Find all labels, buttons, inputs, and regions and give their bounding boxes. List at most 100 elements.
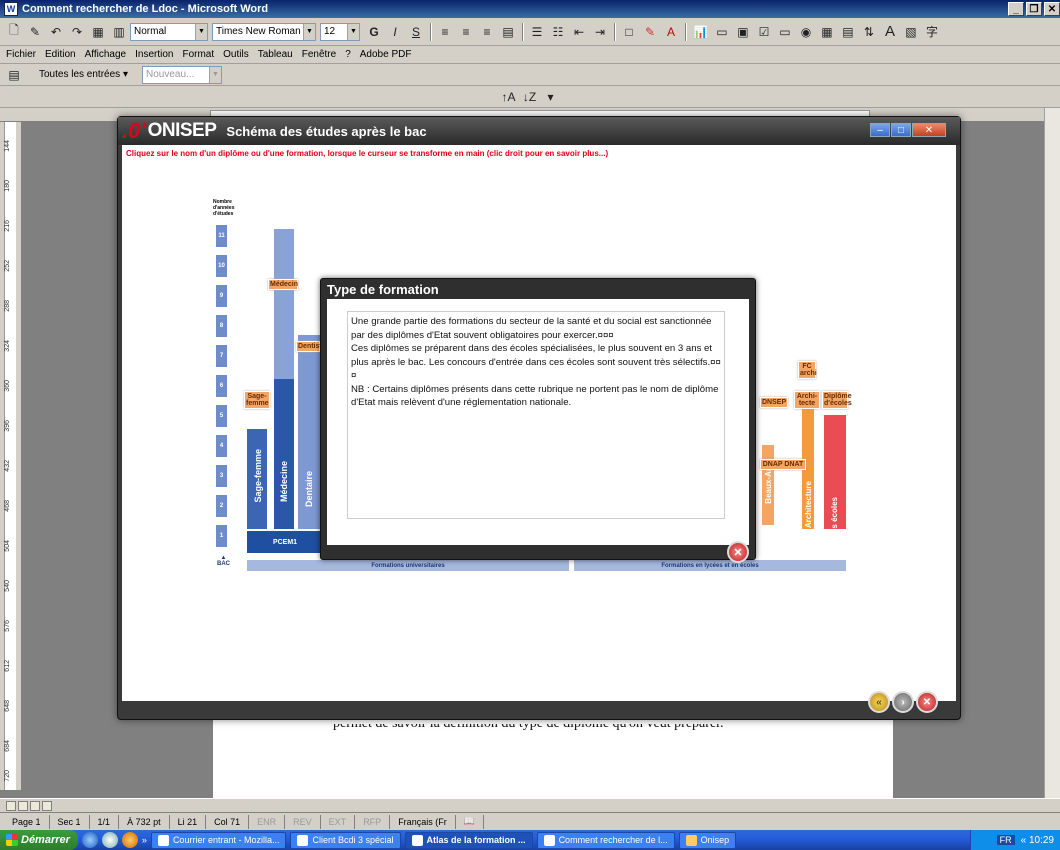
sort-descending-icon[interactable]: ↓Z xyxy=(520,87,540,107)
minimize-icon[interactable]: _ xyxy=(1008,2,1024,16)
column-label-dentaire[interactable]: Dentaire xyxy=(304,471,314,507)
align-right-icon[interactable]: ≡ xyxy=(477,22,497,42)
field-icon[interactable]: ▣ xyxy=(733,22,753,42)
normal-view-icon[interactable] xyxy=(6,800,16,811)
italic-icon[interactable]: I xyxy=(385,22,405,42)
sort-icon[interactable]: ⇅ xyxy=(859,22,879,42)
tag-fc-archi[interactable]: FC archi xyxy=(798,361,817,379)
next-icon[interactable]: › xyxy=(892,691,914,713)
vertical-ruler[interactable]: 144 180 216 252 288 324 360 396 432 468 … xyxy=(0,122,22,790)
autotext-icon[interactable]: ▤ xyxy=(4,65,24,85)
undo-icon[interactable]: ↶ xyxy=(46,22,66,42)
justify-icon[interactable]: ▤ xyxy=(498,22,518,42)
radio-icon[interactable]: ◉ xyxy=(796,22,816,42)
textbox-icon[interactable]: ▭ xyxy=(775,22,795,42)
quicklaunch-mozilla-icon[interactable] xyxy=(121,832,138,848)
task-onisep-folder[interactable]: Onisep xyxy=(678,831,737,849)
tag-sage-femme[interactable]: Sage-femme xyxy=(244,391,270,409)
quit-icon[interactable]: ✕ xyxy=(916,691,938,713)
tag-dnsep[interactable]: DNSEP xyxy=(760,397,788,408)
column-label-medecine[interactable]: Médecine xyxy=(279,461,289,502)
menu-adobe-pdf[interactable]: Adobe PDF xyxy=(360,49,412,60)
column-label-sage-femme[interactable]: Sage-femme xyxy=(253,449,263,503)
menu-outils[interactable]: Outils xyxy=(223,49,249,60)
tag-architecte[interactable]: Archi-tecte xyxy=(794,391,820,409)
underline-icon[interactable]: S xyxy=(406,22,426,42)
outline-view-icon[interactable] xyxy=(42,800,52,811)
decrease-indent-icon[interactable]: ⇤ xyxy=(569,22,589,42)
checkbox-icon[interactable]: ☑ xyxy=(754,22,774,42)
vertical-scrollbar[interactable] xyxy=(1044,108,1060,798)
font-color-icon[interactable]: A xyxy=(661,22,681,42)
style-select[interactable]: Normal ▼ xyxy=(130,22,208,41)
task-bcdi[interactable]: Client Bcdi 3 spécial xyxy=(290,831,401,849)
band-formations-ecoles[interactable]: Formations en lycées et en écoles xyxy=(574,560,846,571)
column-label-architecture[interactable]: Architecture xyxy=(804,481,813,528)
highlight-icon[interactable]: ✎ xyxy=(640,22,660,42)
text-icon[interactable]: A xyxy=(880,22,900,42)
asian-text-icon[interactable]: 字 xyxy=(922,22,942,42)
task-mozilla[interactable]: Courrier entrant - Mozilla... xyxy=(150,831,287,849)
border-icon[interactable]: □ xyxy=(619,22,639,42)
bold-icon[interactable]: G xyxy=(364,22,384,42)
tag-dnap-dnat[interactable]: DNAP DNAT xyxy=(760,459,806,470)
new-document-icon[interactable]: 🗋 xyxy=(4,22,24,42)
restore-icon[interactable]: ❐ xyxy=(1026,2,1042,16)
numbered-list-icon[interactable]: ☰ xyxy=(527,22,547,42)
sort-ascending-icon[interactable]: ↑A xyxy=(498,87,518,107)
all-entries-button[interactable]: Toutes les entrées ▾ xyxy=(25,66,142,84)
status-ext[interactable]: EXT xyxy=(321,814,356,829)
print-view-icon[interactable] xyxy=(30,800,40,811)
column-label-autres-ecoles[interactable]: Autres écoles xyxy=(830,497,839,549)
tag-medecin[interactable]: Médecin xyxy=(268,279,298,290)
menu-insertion[interactable]: Insertion xyxy=(135,49,173,60)
previous-icon[interactable]: « xyxy=(868,691,890,713)
status-enr[interactable]: ENR xyxy=(249,814,286,829)
close-icon[interactable]: ✕ xyxy=(912,123,946,137)
increase-indent-icon[interactable]: ⇥ xyxy=(590,22,610,42)
quicklaunch-more-icon[interactable]: » xyxy=(142,835,147,845)
minimize-icon[interactable]: – xyxy=(870,123,890,137)
menu-fenetre[interactable]: Fenêtre xyxy=(302,49,336,60)
menu-tableau[interactable]: Tableau xyxy=(258,49,293,60)
chart-icon[interactable]: 📊 xyxy=(690,22,711,42)
new-entry-button[interactable]: Nouveau... ▼ xyxy=(141,65,222,84)
align-center-icon[interactable]: ≡ xyxy=(456,22,476,42)
tag-dentiste[interactable]: Dentiste xyxy=(296,341,326,352)
band-formations-universitaires[interactable]: Formations universitaires xyxy=(247,560,569,571)
pcem1-box[interactable]: PCEM1 xyxy=(247,531,323,553)
grid-icon[interactable]: ▦ xyxy=(817,22,837,42)
task-atlas[interactable]: Atlas de la formation ... xyxy=(404,831,533,849)
status-rev[interactable]: REV xyxy=(285,814,321,829)
menu-help[interactable]: ? xyxy=(345,49,351,60)
column-medecine[interactable] xyxy=(274,379,294,529)
start-button[interactable]: Démarrer xyxy=(0,830,78,850)
menu-fichier[interactable]: Fichier xyxy=(6,49,36,60)
frame-icon[interactable]: ▤ xyxy=(838,22,858,42)
font-select[interactable]: Times New Roman ▼ xyxy=(212,22,316,41)
web-view-icon[interactable] xyxy=(18,800,28,811)
popup-close-icon[interactable]: ✕ xyxy=(727,541,749,563)
maximize-icon[interactable]: □ xyxy=(891,123,911,137)
redo-icon[interactable]: ↷ xyxy=(67,22,87,42)
quicklaunch-ie-icon[interactable] xyxy=(81,832,98,848)
language-indicator[interactable]: FR xyxy=(996,835,1015,845)
tray-expand-icon[interactable]: « xyxy=(1021,835,1027,846)
menu-edition[interactable]: Edition xyxy=(45,49,76,60)
status-language[interactable]: Français (Fr xyxy=(390,814,456,829)
columns-icon[interactable]: ▥ xyxy=(109,22,129,42)
bullet-list-icon[interactable]: ☷ xyxy=(548,22,568,42)
font-size-select[interactable]: 12 ▼ xyxy=(320,22,360,41)
form-icon[interactable]: ▭ xyxy=(712,22,732,42)
image-icon[interactable]: ▧ xyxy=(901,22,921,42)
status-rfp[interactable]: RFP xyxy=(355,814,391,829)
horizontal-scrollbar[interactable] xyxy=(0,798,1060,812)
table-icon[interactable]: ▦ xyxy=(88,22,108,42)
tag-diplome-ecoles[interactable]: Diplôme d'écoles xyxy=(822,391,852,409)
menu-format[interactable]: Format xyxy=(182,49,214,60)
menu-affichage[interactable]: Affichage xyxy=(85,49,127,60)
spellcheck-icon[interactable]: 📖 xyxy=(456,814,484,829)
task-word[interactable]: Comment rechercher de l... xyxy=(536,831,675,849)
align-left-icon[interactable]: ≡ xyxy=(435,22,455,42)
chevron-down-icon[interactable]: ▾ xyxy=(541,87,561,107)
